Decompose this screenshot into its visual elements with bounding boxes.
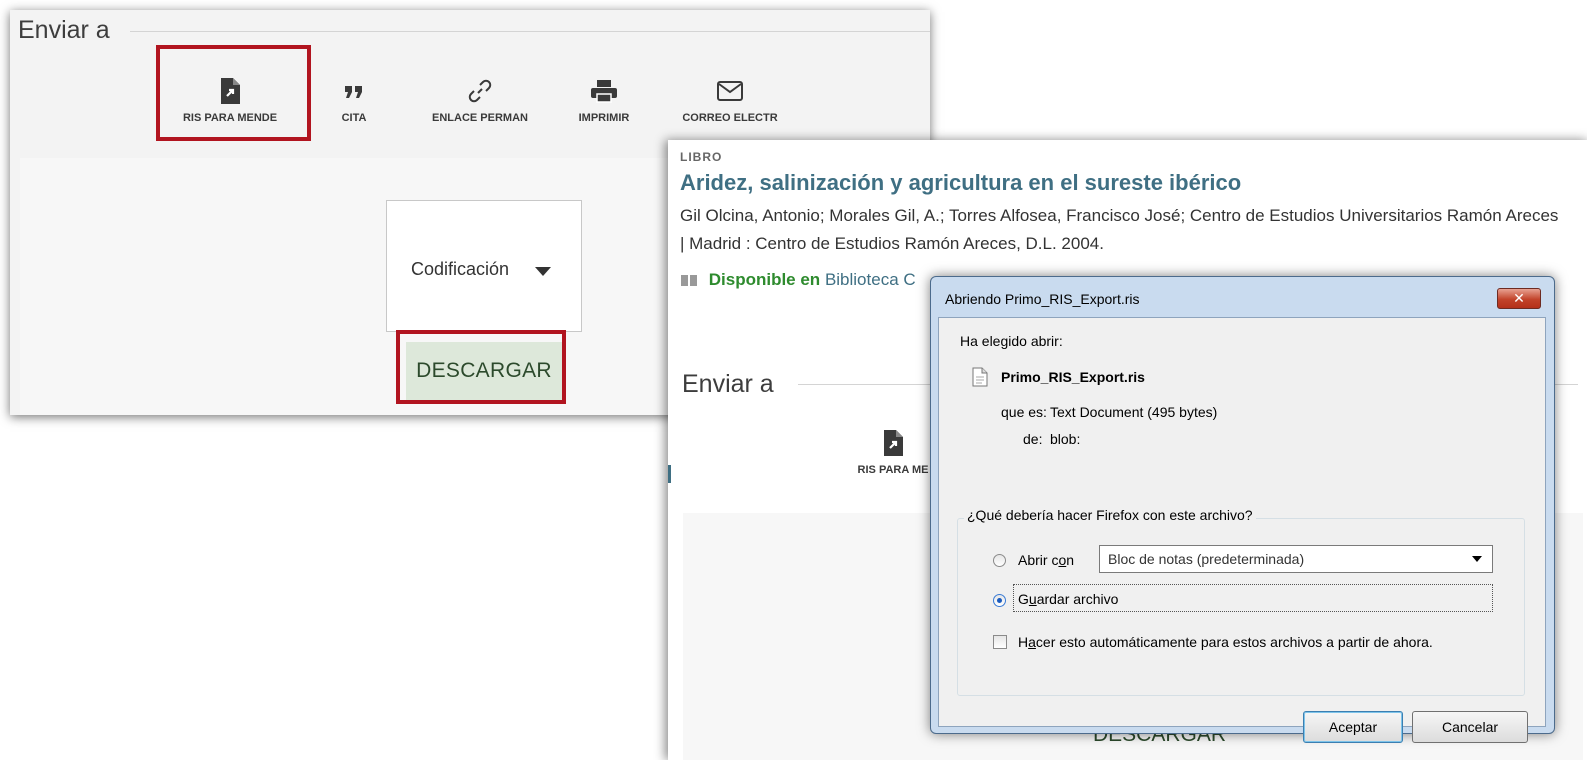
- accent-bar: [668, 465, 671, 483]
- save-file-radio[interactable]: [993, 594, 1006, 607]
- action-question: ¿Qué debería hacer Firefox con este arch…: [964, 507, 1256, 523]
- availability-location[interactable]: Biblioteca C: [825, 270, 916, 289]
- save-accesskey: u: [1028, 591, 1037, 607]
- link-icon: [468, 79, 492, 103]
- send-to-title: Enviar a: [18, 16, 110, 44]
- accept-button[interactable]: Aceptar: [1303, 711, 1403, 743]
- record-type: LIBRO: [680, 150, 723, 164]
- encoding-select[interactable]: Codificación: [386, 200, 582, 332]
- file-name: Primo_RIS_Export.ris: [1001, 369, 1145, 385]
- envelope-icon: [717, 81, 743, 101]
- file-type-value: Text Document (495 bytes): [1050, 404, 1218, 420]
- print-label: IMPRIMIR: [578, 112, 630, 124]
- book-icon: [681, 275, 697, 286]
- open-with-radio[interactable]: [993, 554, 1006, 567]
- open-with-app-select[interactable]: Bloc de notas (predeterminada): [1099, 545, 1493, 573]
- dialog-body: Ha elegido abrir: Primo_RIS_Export.ris q…: [938, 317, 1546, 743]
- ris-export-button-back[interactable]: RIS PARA ME: [848, 430, 938, 476]
- file-source-key: de:: [1023, 431, 1043, 447]
- file-source-value: blob:: [1050, 431, 1081, 447]
- email-label: CORREO ELECTR: [682, 112, 778, 124]
- close-button[interactable]: ✕: [1497, 288, 1541, 309]
- cite-label: CITA: [341, 112, 367, 124]
- email-button[interactable]: CORREO ELECTR: [680, 78, 780, 124]
- auto-label-part: cer esto automáticamente para estos arch…: [1035, 634, 1433, 650]
- highlight-download: [396, 330, 566, 404]
- quote-icon: [345, 86, 362, 98]
- auto-label-part: H: [1018, 634, 1029, 650]
- dropdown-arrow-icon: [1472, 556, 1482, 562]
- text-file-icon: [972, 367, 988, 387]
- auto-action-label[interactable]: Hacer esto automáticamente para estos ar…: [1018, 634, 1433, 650]
- cancel-button[interactable]: Cancelar: [1412, 711, 1528, 743]
- open-with-label[interactable]: Abrir con: [1018, 552, 1074, 568]
- record-authors: Gil Olcina, Antonio; Morales Gil, A.; To…: [680, 206, 1559, 253]
- record-title[interactable]: Aridez, salinización y agricultura en el…: [680, 170, 1241, 196]
- printer-icon: [591, 80, 617, 103]
- save-label-part: ardar archivo: [1036, 591, 1119, 607]
- dialog-title: Abriendo Primo_RIS_Export.ris: [945, 291, 1140, 307]
- open-with-label-part: Abrir c: [1018, 552, 1059, 568]
- cite-button[interactable]: CITA: [324, 78, 384, 124]
- permalink-label: ENLACE PERMAN: [432, 112, 528, 124]
- encoding-label: Codificación: [411, 259, 510, 279]
- availability[interactable]: Disponible en Biblioteca C: [680, 270, 916, 290]
- ris-export-label-back: RIS PARA ME: [857, 464, 929, 476]
- open-file-dialog: Abriendo Primo_RIS_Export.ris ✕ Ha elegi…: [930, 276, 1555, 743]
- highlight-ris-export: [156, 45, 311, 141]
- file-type-key: que es:: [1001, 404, 1047, 420]
- divider: [130, 31, 930, 32]
- close-icon: ✕: [1513, 290, 1525, 306]
- save-file-label[interactable]: Guardar archivo: [1018, 591, 1118, 607]
- ris-file-icon: [884, 430, 903, 456]
- chosen-to-open-label: Ha elegido abrir:: [960, 333, 1063, 349]
- open-with-app-value: Bloc de notas (predeterminada): [1108, 551, 1305, 567]
- send-to-title-back: Enviar a: [682, 370, 774, 398]
- auto-action-checkbox[interactable]: [993, 635, 1007, 649]
- print-button[interactable]: IMPRIMIR: [566, 78, 642, 124]
- save-label-part: G: [1018, 591, 1029, 607]
- open-with-label-part: n: [1066, 552, 1075, 568]
- permalink-button[interactable]: ENLACE PERMAN: [430, 78, 530, 124]
- caret-down-icon: [535, 267, 551, 276]
- availability-status: Disponible en: [708, 270, 821, 289]
- auto-accesskey: a: [1028, 634, 1036, 650]
